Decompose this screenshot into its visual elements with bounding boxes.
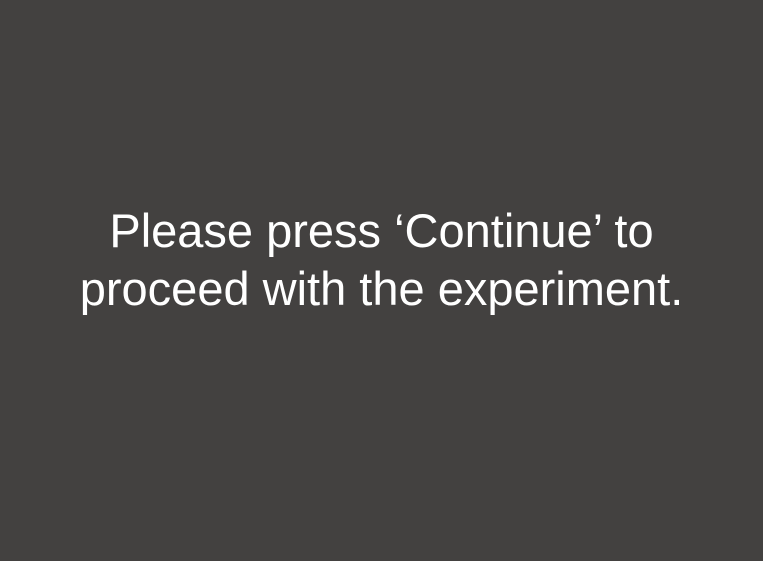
instruction-message: Please press ‘Continue’ to proceed with … [0,202,763,318]
instruction-line-2: proceed with the experiment. [79,262,684,315]
experiment-instruction-screen: Please press ‘Continue’ to proceed with … [0,0,763,561]
instruction-line-1: Please press ‘Continue’ to [109,204,654,257]
